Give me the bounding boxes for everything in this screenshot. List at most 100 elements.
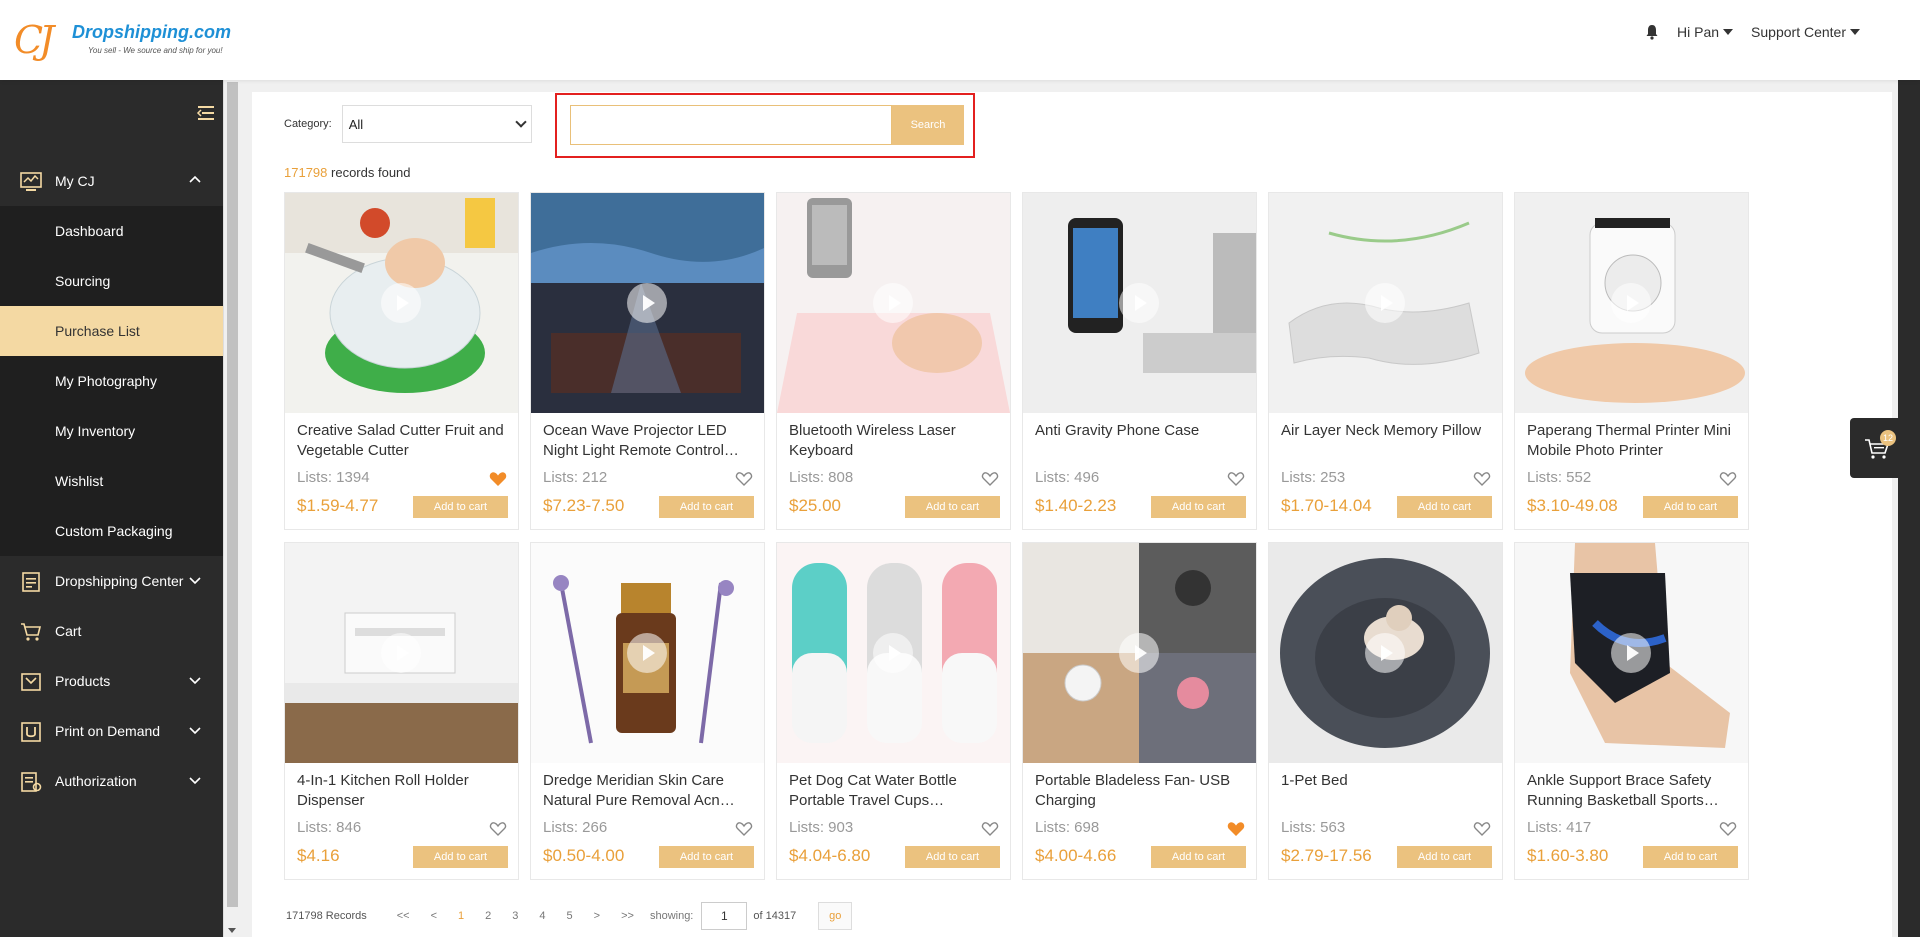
category-select[interactable]: All: [341, 105, 532, 143]
go-button[interactable]: go: [818, 902, 853, 930]
sidebar-item-print-on-demand[interactable]: Print on Demand: [0, 706, 223, 756]
add-to-cart-button[interactable]: Add to cart: [1151, 496, 1246, 518]
product-title[interactable]: Bluetooth Wireless Laser Keyboard: [789, 421, 1001, 461]
product-image[interactable]: [531, 193, 764, 413]
product-image[interactable]: [1023, 193, 1256, 413]
prev-page-button[interactable]: <: [431, 910, 437, 922]
product-image[interactable]: [1515, 543, 1748, 763]
last-page-button[interactable]: >>: [621, 910, 634, 922]
product-image[interactable]: [1515, 193, 1748, 413]
product-image[interactable]: [1269, 193, 1502, 413]
play-video-icon[interactable]: [1365, 283, 1405, 323]
heart-filled-icon[interactable]: [489, 471, 507, 487]
heart-outline-icon[interactable]: [981, 471, 999, 487]
product-card[interactable]: Portable Bladeless Fan- USB Charging Lis…: [1022, 542, 1257, 880]
sidebar-sub-wishlist[interactable]: Wishlist: [0, 456, 223, 506]
product-title[interactable]: Ankle Support Brace Safety Running Baske…: [1527, 771, 1739, 811]
product-card[interactable]: Paperang Thermal Printer Mini Mobile Pho…: [1514, 192, 1749, 530]
sidebar-sub-custom-packaging[interactable]: Custom Packaging: [0, 506, 223, 556]
product-card[interactable]: Bluetooth Wireless Laser Keyboard Lists:…: [776, 192, 1011, 530]
heart-outline-icon[interactable]: [735, 821, 753, 837]
add-to-cart-button[interactable]: Add to cart: [413, 496, 508, 518]
sidebar-sub-my-inventory[interactable]: My Inventory: [0, 406, 223, 456]
cj-logo[interactable]: CJ Dropshipping.com You sell - We source…: [14, 18, 234, 62]
product-image[interactable]: [1269, 543, 1502, 763]
product-title[interactable]: Paperang Thermal Printer Mini Mobile Pho…: [1527, 421, 1739, 461]
product-card[interactable]: Ocean Wave Projector LED Night Light Rem…: [530, 192, 765, 530]
page-button-2[interactable]: 2: [485, 910, 491, 922]
page-button-4[interactable]: 4: [539, 910, 545, 922]
search-button[interactable]: Search: [892, 105, 964, 145]
add-to-cart-button[interactable]: Add to cart: [1397, 496, 1492, 518]
bell-icon[interactable]: [1645, 24, 1659, 40]
play-video-icon[interactable]: [381, 633, 421, 673]
heart-outline-icon[interactable]: [1473, 471, 1491, 487]
sidebar-item-dropshipping-center[interactable]: Dropshipping Center: [0, 556, 223, 606]
play-video-icon[interactable]: [627, 283, 667, 323]
sidebar-item-products[interactable]: Products: [0, 656, 223, 706]
heart-outline-icon[interactable]: [489, 821, 507, 837]
heart-outline-icon[interactable]: [1227, 471, 1245, 487]
product-card[interactable]: Creative Salad Cutter Fruit and Vegetabl…: [284, 192, 519, 530]
user-menu[interactable]: Hi Pan: [1677, 24, 1734, 40]
heart-outline-icon[interactable]: [735, 471, 753, 487]
add-to-cart-button[interactable]: Add to cart: [1397, 846, 1492, 868]
play-video-icon[interactable]: [1365, 633, 1405, 673]
add-to-cart-button[interactable]: Add to cart: [659, 846, 754, 868]
play-video-icon[interactable]: [1119, 283, 1159, 323]
add-to-cart-button[interactable]: Add to cart: [905, 846, 1000, 868]
product-card[interactable]: Anti Gravity Phone Case Lists: 496 $1.40…: [1022, 192, 1257, 530]
sidebar-item-my-cj[interactable]: My CJ: [0, 156, 223, 206]
sidebar-sub-purchase-list[interactable]: Purchase List: [0, 306, 223, 356]
scrollbar-thumb[interactable]: [227, 82, 238, 907]
add-to-cart-button[interactable]: Add to cart: [905, 496, 1000, 518]
product-title[interactable]: Pet Dog Cat Water Bottle Portable Travel…: [789, 771, 1001, 811]
heart-outline-icon[interactable]: [1719, 471, 1737, 487]
page-button-1[interactable]: 1: [458, 910, 464, 922]
next-page-button[interactable]: >: [594, 910, 600, 922]
scroll-down-arrow-icon[interactable]: [228, 928, 236, 933]
product-title[interactable]: Creative Salad Cutter Fruit and Vegetabl…: [297, 421, 509, 461]
add-to-cart-button[interactable]: Add to cart: [1151, 846, 1246, 868]
product-image[interactable]: [1023, 543, 1256, 763]
sidebar-item-cart[interactable]: Cart: [0, 606, 223, 656]
product-card[interactable]: Air Layer Neck Memory Pillow Lists: 253 …: [1268, 192, 1503, 530]
product-title[interactable]: Air Layer Neck Memory Pillow: [1281, 421, 1493, 461]
product-title[interactable]: Ocean Wave Projector LED Night Light Rem…: [543, 421, 755, 461]
product-card[interactable]: Pet Dog Cat Water Bottle Portable Travel…: [776, 542, 1011, 880]
play-video-icon[interactable]: [873, 283, 913, 323]
page-button-5[interactable]: 5: [567, 910, 573, 922]
add-to-cart-button[interactable]: Add to cart: [1643, 846, 1738, 868]
product-card[interactable]: Dredge Meridian Skin Care Natural Pure R…: [530, 542, 765, 880]
product-card[interactable]: 1-Pet Bed Lists: 563 $2.79-17.56 Add to …: [1268, 542, 1503, 880]
add-to-cart-button[interactable]: Add to cart: [659, 496, 754, 518]
add-to-cart-button[interactable]: Add to cart: [1643, 496, 1738, 518]
product-image[interactable]: [285, 193, 518, 413]
product-title[interactable]: Portable Bladeless Fan- USB Charging: [1035, 771, 1247, 811]
page-button-3[interactable]: 3: [512, 910, 518, 922]
heart-outline-icon[interactable]: [981, 821, 999, 837]
heart-outline-icon[interactable]: [1473, 821, 1491, 837]
first-page-button[interactable]: <<: [397, 910, 410, 922]
product-card[interactable]: 4-In-1 Kitchen Roll Holder Dispenser Lis…: [284, 542, 519, 880]
sidebar-item-authorization[interactable]: Authorization: [0, 756, 223, 806]
sidebar-scrollbar[interactable]: [223, 80, 240, 937]
product-image[interactable]: [531, 543, 764, 763]
play-video-icon[interactable]: [627, 633, 667, 673]
product-title[interactable]: 4-In-1 Kitchen Roll Holder Dispenser: [297, 771, 509, 811]
menu-collapse-icon[interactable]: [196, 104, 216, 122]
product-card[interactable]: Ankle Support Brace Safety Running Baske…: [1514, 542, 1749, 880]
play-video-icon[interactable]: [1611, 633, 1651, 673]
sidebar-sub-my-photography[interactable]: My Photography: [0, 356, 223, 406]
heart-filled-icon[interactable]: [1227, 821, 1245, 837]
play-video-icon[interactable]: [381, 283, 421, 323]
play-video-icon[interactable]: [873, 633, 913, 673]
product-title[interactable]: Dredge Meridian Skin Care Natural Pure R…: [543, 771, 755, 811]
sidebar-sub-dashboard[interactable]: Dashboard: [0, 206, 223, 256]
page-number-input[interactable]: 1: [701, 902, 748, 930]
product-image[interactable]: [777, 543, 1010, 763]
product-title[interactable]: 1-Pet Bed: [1281, 771, 1493, 811]
play-video-icon[interactable]: [1119, 633, 1159, 673]
product-title[interactable]: Anti Gravity Phone Case: [1035, 421, 1247, 461]
support-center-menu[interactable]: Support Center: [1751, 24, 1860, 40]
